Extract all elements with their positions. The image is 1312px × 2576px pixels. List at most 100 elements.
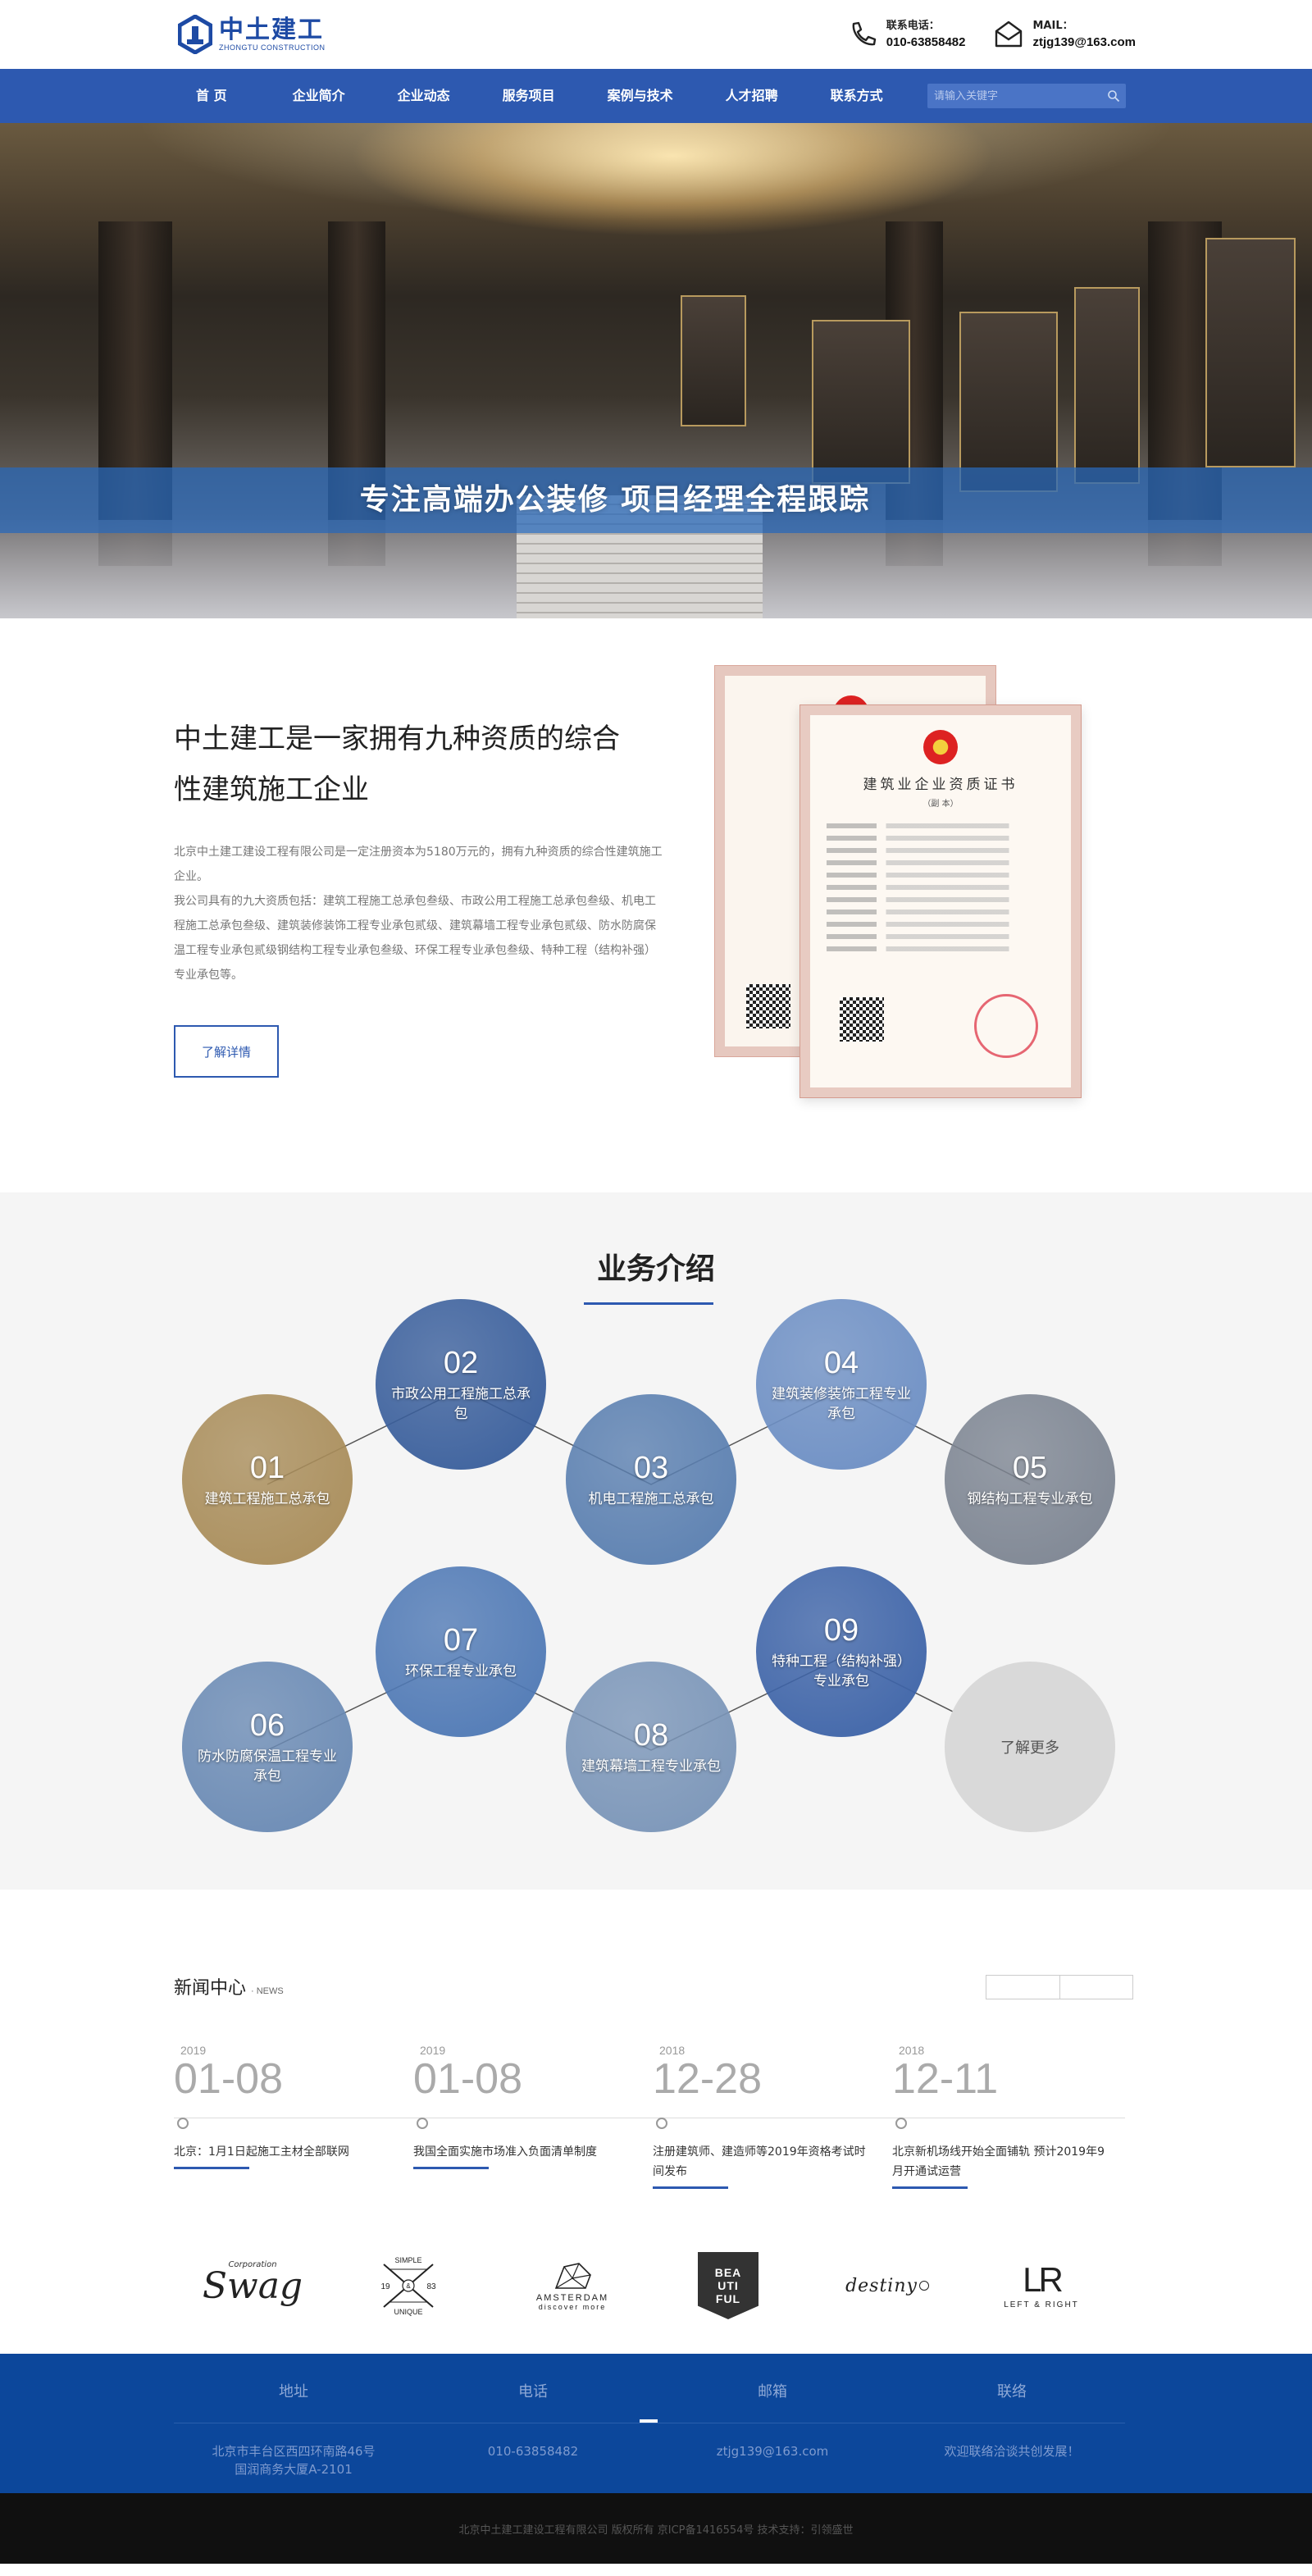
- about-desc-p1: 北京中土建工建设工程有限公司是一定注册资本为5180万元的，拥有九种资质的综合性…: [174, 846, 663, 883]
- news-underline: [892, 2186, 968, 2189]
- partner-logo-destiny[interactable]: destiny: [830, 2249, 945, 2323]
- news-item[interactable]: 2018 12-28 注册建筑师、建造师等2019年资格考试时间发布: [653, 2044, 874, 2189]
- business-item-label: 建筑幕墙工程专业承包: [581, 1758, 721, 1775]
- news-headline: 北京新机场线开始全面铺轨 预计2019年9月开通试运营: [892, 2145, 1105, 2178]
- business-item-04[interactable]: 04 建筑装修装饰工程专业承包: [756, 1299, 927, 1470]
- banner-display-panel: [1205, 238, 1296, 467]
- footer-col-email: 邮箱 ztjg139@163.com: [649, 2380, 895, 2460]
- logo[interactable]: 中土建工 ZHONGTU CONSTRUCTION: [178, 15, 326, 54]
- business-item-label: 特种工程（结构补强）专业承包: [772, 1653, 911, 1689]
- about-title-line1: 中土建工是一家拥有九种资质的综合: [174, 723, 620, 755]
- learn-more-button[interactable]: 了解详情: [174, 1025, 279, 1078]
- news-next-button[interactable]: [1060, 1976, 1133, 1999]
- certificate-title: 建筑业企业资质证书: [863, 777, 1018, 793]
- business-item-01[interactable]: 01 建筑工程施工总承包: [182, 1394, 353, 1565]
- banner-display-panel: [1074, 287, 1140, 484]
- qr-code-icon: [746, 984, 790, 1028]
- nav-item-jobs[interactable]: 人才招聘: [706, 69, 798, 123]
- simple-num-right: 83: [426, 2282, 436, 2291]
- timeline-dot-icon: [417, 2118, 428, 2129]
- footer-phone-heading: 电话: [518, 2383, 548, 2400]
- mail-contact: MAIL： ztjg139@163.com: [993, 18, 1136, 51]
- copyright-text: 北京中土建工建设工程有限公司 版权所有 京ICP备1416554号 技术支持：引…: [458, 2524, 854, 2537]
- simple-unique-logo-icon: SIMPLE UNIQUE 19 & 83: [380, 2256, 436, 2316]
- business-item-05[interactable]: 05 钢结构工程专业承包: [945, 1394, 1115, 1565]
- footer-address-heading: 地址: [279, 2383, 308, 2400]
- business-item-06[interactable]: 06 防水防腐保温工程专业承包: [182, 1662, 353, 1832]
- mail-address: ztjg139@163.com: [1032, 35, 1136, 49]
- about-description: 北京中土建工建设工程有限公司是一定注册资本为5180万元的，拥有九种资质的综合性…: [174, 840, 666, 987]
- footer-col-address: 地址 北京市丰台区西四环南路46号 国润商务大厦A-2101: [171, 2380, 417, 2478]
- footer-contact-value: 欢迎联络洽谈共创发展！: [944, 2444, 1080, 2459]
- certificate-image-front: 建筑业企业资质证书 （副 本）: [800, 705, 1081, 1097]
- about-desc-p2: 我公司具有的九大资质包括：建筑工程施工总承包叁级、市政公用工程施工总承包叁级、机…: [174, 895, 656, 982]
- phone-contact: 联系电话： 010-63858482: [847, 18, 966, 51]
- news-date: 12-11: [892, 2055, 999, 2103]
- partner-logo-simple-unique[interactable]: SIMPLE UNIQUE 19 & 83: [351, 2249, 466, 2323]
- beautiful-line2: UTI: [718, 2279, 739, 2292]
- news-item[interactable]: 2018 12-11 北京新机场线开始全面铺轨 预计2019年9月开通试运营: [892, 2044, 1114, 2189]
- search-input[interactable]: [927, 89, 1101, 103]
- phone-label: 联系电话：: [886, 20, 940, 32]
- news-prev-button[interactable]: [986, 1976, 1060, 1999]
- nav-item-cases[interactable]: 案例与技术: [588, 69, 693, 123]
- certificate-subtitle: （副 本）: [922, 800, 959, 809]
- amsterdam-text: AMSTERDAM: [535, 2293, 609, 2303]
- nav-item-news[interactable]: 企业动态: [378, 69, 470, 123]
- nav-item-about[interactable]: 企业简介: [273, 69, 365, 123]
- business-item-number: 07: [443, 1623, 479, 1657]
- business-item-09[interactable]: 09 特种工程（结构补强）专业承包: [756, 1566, 927, 1737]
- footer-email-value[interactable]: ztjg139@163.com: [649, 2442, 895, 2460]
- business-item-03[interactable]: 03 机电工程施工总承包: [566, 1394, 736, 1565]
- logo-icon: [178, 15, 212, 54]
- amsterdam-logo-icon: [554, 2263, 591, 2289]
- logo-subtitle: ZHONGTU CONSTRUCTION: [219, 43, 326, 52]
- partner-logo-beautiful[interactable]: BEA UTI FUL: [671, 2249, 786, 2323]
- footer-col-contact: 联络 欢迎联络洽谈共创发展！: [889, 2380, 1135, 2460]
- nav-item-services[interactable]: 服务项目: [483, 69, 575, 123]
- site-header: 中土建工 ZHONGTU CONSTRUCTION 联系电话： 010-6385…: [0, 0, 1312, 69]
- beautiful-line3: FUL: [715, 2292, 741, 2305]
- news-headline: 北京：1月1日起施工主材全部联网: [174, 2145, 349, 2159]
- main-nav: 首 页 企业简介 企业动态 服务项目 案例与技术 人才招聘 联系方式: [0, 69, 1312, 123]
- news-pager: [986, 1975, 1133, 1999]
- business-item-07[interactable]: 07 环保工程专业承包: [376, 1566, 546, 1737]
- news-date: 12-28: [653, 2055, 762, 2103]
- footer-address-line2: 国润商务大厦A-2101: [235, 2462, 353, 2477]
- partner-logo-amsterdam[interactable]: AMSTERDAM discover more: [515, 2249, 630, 2323]
- national-emblem-icon: [923, 730, 958, 764]
- footer-contact-bar: 地址 北京市丰台区西四环南路46号 国润商务大厦A-2101 电话 010-63…: [0, 2354, 1312, 2493]
- news-headline: 注册建筑师、建造师等2019年资格考试时间发布: [653, 2145, 866, 2178]
- partner-logo-swag[interactable]: Corporation Swag: [195, 2249, 310, 2323]
- hero-banner: 专注高端办公装修 项目经理全程跟踪: [0, 123, 1312, 618]
- partner-logo-left-right[interactable]: LR LEFT & RIGHT: [984, 2249, 1099, 2323]
- footer-contact-heading: 联络: [997, 2383, 1027, 2400]
- footer-address-line1: 北京市丰台区西四环南路46号: [212, 2444, 376, 2459]
- business-item-02[interactable]: 02 市政公用工程施工总承包: [376, 1299, 546, 1470]
- search-button[interactable]: [1101, 84, 1126, 108]
- business-more-button[interactable]: 了解更多: [945, 1662, 1115, 1832]
- business-item-number: 01: [249, 1451, 285, 1485]
- news-item[interactable]: 2019 01-08 北京：1月1日起施工主材全部联网: [174, 2044, 395, 2169]
- nav-item-contact[interactable]: 联系方式: [811, 69, 903, 123]
- timeline-dot-icon: [895, 2118, 907, 2129]
- phone-number: 010-63858482: [886, 35, 966, 49]
- footer-copyright-bar: 北京中土建工建设工程有限公司 版权所有 京ICP备1416554号 技术支持：引…: [0, 2493, 1312, 2564]
- swag-subtitle: Corporation: [228, 2260, 277, 2269]
- business-item-number: 03: [633, 1451, 669, 1485]
- nav-item-home[interactable]: 首 页: [191, 69, 247, 123]
- amsterdam-subtitle: discover more: [538, 2303, 607, 2311]
- business-item-number: 04: [823, 1346, 859, 1380]
- timeline-dot-icon: [177, 2118, 189, 2129]
- simple-text: SIMPLE: [394, 2256, 421, 2264]
- simple-num-left: 19: [380, 2282, 390, 2291]
- news-item[interactable]: 2019 01-08 我国全面实施市场准入负面清单制度: [413, 2044, 635, 2169]
- about-section: 中土建工是一家拥有九种资质的综合 性建筑施工企业 北京中土建工建设工程有限公司是…: [0, 618, 1312, 1192]
- business-item-08[interactable]: 08 建筑幕墙工程专业承包: [566, 1662, 736, 1832]
- business-item-number: 05: [1012, 1451, 1048, 1485]
- swag-text: Swag: [202, 2264, 303, 2307]
- footer-email-heading: 邮箱: [758, 2383, 787, 2400]
- news-headline: 我国全面实施市场准入负面清单制度: [413, 2145, 597, 2159]
- business-item-label: 防水防腐保温工程专业承包: [198, 1748, 337, 1785]
- logo-title: 中土建工: [219, 16, 324, 44]
